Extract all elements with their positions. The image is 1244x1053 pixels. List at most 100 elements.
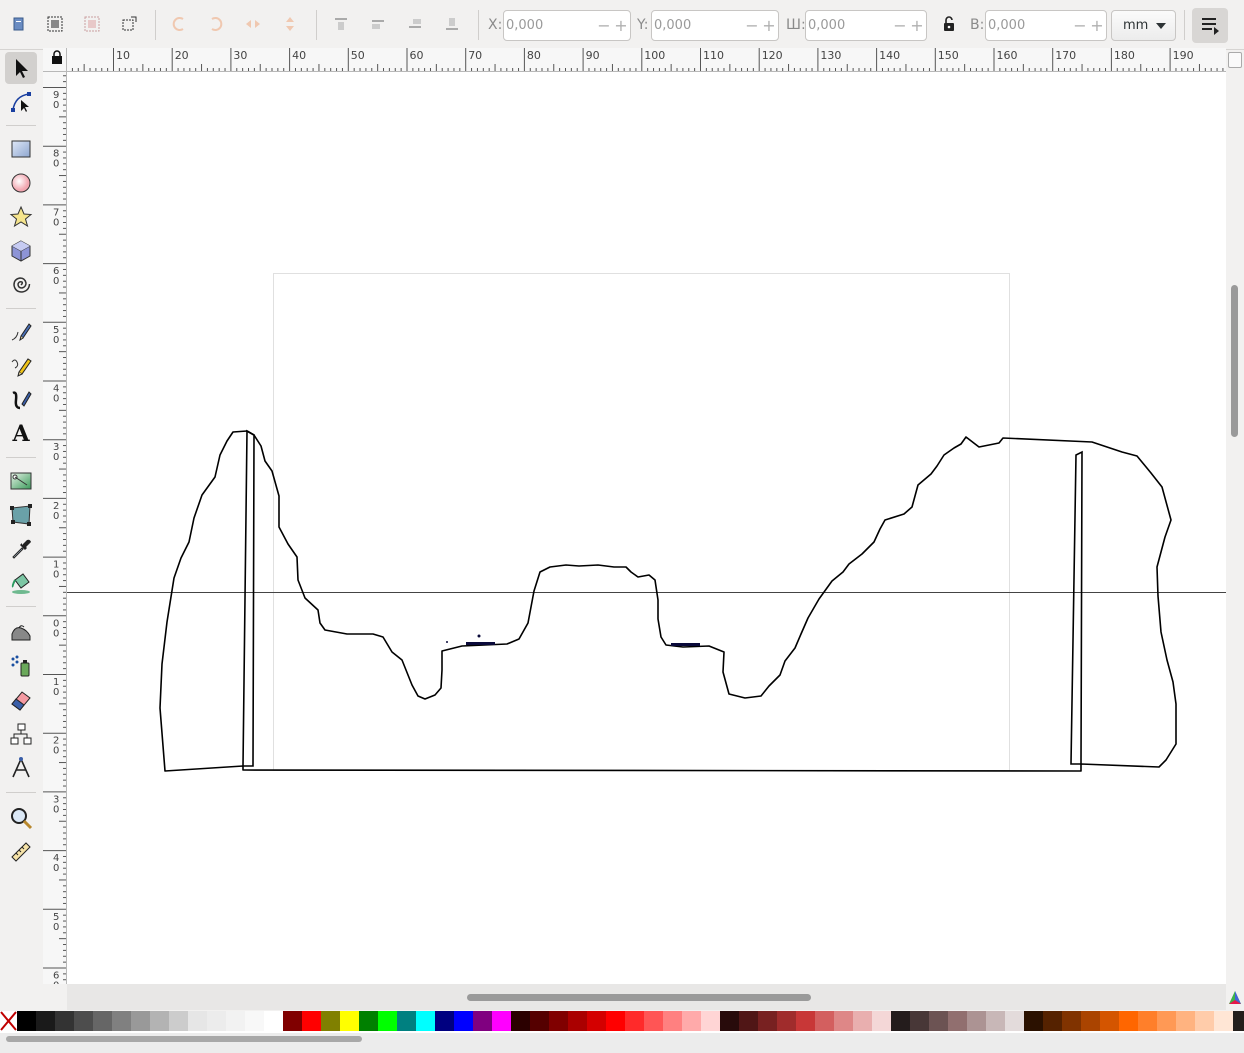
color-swatch[interactable] bbox=[169, 1011, 188, 1031]
ellipse-tool[interactable] bbox=[5, 167, 37, 199]
spiral-tool[interactable] bbox=[5, 269, 37, 301]
calligraphy-tool[interactable] bbox=[5, 384, 37, 416]
select-all-icon[interactable] bbox=[6, 12, 30, 36]
selector-tool[interactable] bbox=[5, 52, 37, 84]
width-decrement[interactable]: − bbox=[892, 14, 908, 38]
paint-bucket-tool[interactable] bbox=[5, 567, 37, 599]
raise-icon[interactable] bbox=[366, 12, 390, 36]
y-field[interactable]: − + bbox=[651, 10, 779, 41]
rotate-cw-icon[interactable] bbox=[204, 12, 228, 36]
text-tool[interactable]: A bbox=[5, 418, 37, 450]
zoom-correction-icon[interactable] bbox=[1228, 52, 1242, 68]
color-swatch[interactable] bbox=[302, 1011, 321, 1031]
color-swatch[interactable] bbox=[1176, 1011, 1195, 1031]
node-tool[interactable] bbox=[5, 86, 37, 118]
rectangle-tool[interactable] bbox=[5, 133, 37, 165]
color-swatch[interactable] bbox=[701, 1011, 720, 1031]
color-swatch[interactable] bbox=[511, 1011, 530, 1031]
raise-to-top-icon[interactable] bbox=[329, 12, 353, 36]
horizontal-scrollbar-thumb[interactable] bbox=[467, 994, 811, 1001]
height-increment[interactable]: + bbox=[1089, 14, 1105, 38]
color-swatch[interactable] bbox=[1233, 1011, 1244, 1031]
color-swatch[interactable] bbox=[625, 1011, 644, 1031]
color-swatch[interactable] bbox=[872, 1011, 891, 1031]
color-swatch[interactable] bbox=[340, 1011, 359, 1031]
lock-proportions-icon[interactable] bbox=[937, 12, 961, 36]
color-swatch[interactable] bbox=[226, 1011, 245, 1031]
color-swatch[interactable] bbox=[359, 1011, 378, 1031]
zoom-tool[interactable] bbox=[5, 802, 37, 834]
drawing-outline-path[interactable] bbox=[159, 430, 1177, 772]
color-swatch[interactable] bbox=[1024, 1011, 1043, 1031]
height-field[interactable]: − + bbox=[985, 10, 1107, 41]
snap-controls-button[interactable] bbox=[1192, 8, 1228, 43]
color-swatch[interactable] bbox=[606, 1011, 625, 1031]
gradient-tool[interactable] bbox=[5, 465, 37, 497]
color-swatch[interactable] bbox=[663, 1011, 682, 1031]
star-tool[interactable] bbox=[5, 201, 37, 233]
spray-tool[interactable] bbox=[5, 650, 37, 682]
no-paint-swatch[interactable] bbox=[0, 1011, 17, 1031]
right-column-path[interactable] bbox=[1070, 450, 1083, 765]
color-swatch[interactable] bbox=[454, 1011, 473, 1031]
vertical-scrollbar[interactable] bbox=[1226, 72, 1244, 984]
y-decrement[interactable]: − bbox=[744, 14, 760, 38]
pencil-tool[interactable] bbox=[5, 350, 37, 382]
color-swatch[interactable] bbox=[549, 1011, 568, 1031]
color-swatch[interactable] bbox=[739, 1011, 758, 1031]
x-decrement[interactable]: − bbox=[596, 14, 612, 38]
color-swatch[interactable] bbox=[321, 1011, 340, 1031]
color-swatch[interactable] bbox=[644, 1011, 663, 1031]
color-swatch[interactable] bbox=[758, 1011, 777, 1031]
color-swatch[interactable] bbox=[1081, 1011, 1100, 1031]
color-swatch[interactable] bbox=[853, 1011, 872, 1031]
color-swatch[interactable] bbox=[55, 1011, 74, 1031]
vertical-scrollbar-thumb[interactable] bbox=[1231, 285, 1238, 437]
color-swatch[interactable] bbox=[929, 1011, 948, 1031]
color-swatch[interactable] bbox=[131, 1011, 150, 1031]
x-input[interactable] bbox=[506, 15, 590, 36]
color-swatch[interactable] bbox=[473, 1011, 492, 1031]
y-input[interactable] bbox=[654, 15, 738, 36]
color-swatch[interactable] bbox=[777, 1011, 796, 1031]
color-swatch[interactable] bbox=[568, 1011, 587, 1031]
color-swatch[interactable] bbox=[435, 1011, 454, 1031]
color-swatch[interactable] bbox=[378, 1011, 397, 1031]
deselect-icon[interactable] bbox=[80, 12, 104, 36]
drawing-canvas[interactable] bbox=[67, 72, 1226, 984]
lower-to-bottom-icon[interactable] bbox=[440, 12, 464, 36]
y-increment[interactable]: + bbox=[761, 14, 777, 38]
box3d-tool[interactable] bbox=[5, 235, 37, 267]
color-swatch[interactable] bbox=[815, 1011, 834, 1031]
color-swatch[interactable] bbox=[891, 1011, 910, 1031]
mesh-tool[interactable] bbox=[5, 499, 37, 531]
color-swatch[interactable] bbox=[416, 1011, 435, 1031]
color-swatch[interactable] bbox=[397, 1011, 416, 1031]
lock-guides-icon[interactable] bbox=[43, 48, 67, 72]
eraser-tool[interactable] bbox=[5, 684, 37, 716]
unit-dropdown[interactable]: mm bbox=[1111, 10, 1176, 41]
color-swatch[interactable] bbox=[36, 1011, 55, 1031]
color-swatch[interactable] bbox=[986, 1011, 1005, 1031]
width-input[interactable] bbox=[808, 15, 888, 36]
connector-tool[interactable] bbox=[5, 718, 37, 750]
measure-tool[interactable] bbox=[5, 836, 37, 868]
rotate-90-icon[interactable] bbox=[117, 12, 141, 36]
color-swatch[interactable] bbox=[1119, 1011, 1138, 1031]
select-all-in-all-layers-icon[interactable] bbox=[43, 12, 67, 36]
color-swatch[interactable] bbox=[74, 1011, 93, 1031]
color-swatch[interactable] bbox=[1062, 1011, 1081, 1031]
color-swatch[interactable] bbox=[17, 1011, 36, 1031]
color-swatch[interactable] bbox=[1043, 1011, 1062, 1031]
vertical-ruler[interactable]: 90807060504030201000102030405060 bbox=[43, 72, 67, 984]
x-increment[interactable]: + bbox=[613, 14, 629, 38]
flip-horizontal-icon[interactable] bbox=[241, 12, 265, 36]
color-swatch[interactable] bbox=[1157, 1011, 1176, 1031]
color-swatch[interactable] bbox=[682, 1011, 701, 1031]
color-swatch[interactable] bbox=[207, 1011, 226, 1031]
color-swatch[interactable] bbox=[245, 1011, 264, 1031]
color-swatch[interactable] bbox=[112, 1011, 131, 1031]
bezier-tool[interactable] bbox=[5, 316, 37, 348]
left-column-path[interactable] bbox=[242, 429, 255, 767]
color-swatch[interactable] bbox=[1100, 1011, 1119, 1031]
